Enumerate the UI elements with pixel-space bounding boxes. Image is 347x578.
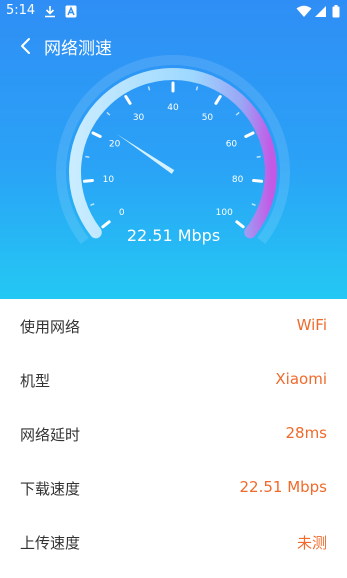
info-row-model: 机型 Xiaomi — [0, 353, 347, 407]
gauge-minor-tick — [195, 86, 199, 91]
gauge-minor-tick — [251, 203, 256, 207]
info-row-network: 使用网络 WiFi — [0, 299, 347, 353]
gauge-tick — [214, 95, 222, 105]
gauge-tick — [82, 178, 94, 183]
gauge-tick-label: 50 — [202, 113, 214, 123]
gauge-minor-tick — [90, 203, 95, 207]
gauge-tick-label: 80 — [232, 175, 244, 185]
info-row-latency: 网络延时 28ms — [0, 407, 347, 461]
info-row-download: 下载速度 22.51 Mbps — [0, 461, 347, 515]
info-value: WiFi — [296, 316, 327, 334]
info-row-upload: 上传速度 未测 — [0, 515, 347, 569]
gauge-minor-tick — [106, 111, 111, 116]
speed-readout: 22.51 Mbps — [126, 226, 221, 245]
info-value: Xiaomi — [275, 370, 327, 388]
info-label: 网络延时 — [20, 426, 81, 444]
gauge-tick — [244, 131, 255, 138]
gauge-tick-label: 0 — [119, 208, 125, 218]
gauge-tick-label: 60 — [226, 140, 238, 150]
gauge-tick-label: 10 — [103, 175, 115, 185]
speed-gauge: 0 10 20 30 40 50 60 80 100 — [56, 55, 290, 245]
gauge-minor-tick — [235, 111, 240, 116]
speedtest-hero: 5:14 网络测速 0 10 20 30 40 50 60 80 100 22.… — [0, 0, 347, 299]
gauge-tick — [124, 95, 132, 105]
gauge-minor-tick — [256, 155, 261, 158]
gauge-minor-tick — [147, 86, 151, 91]
gauge-tick-label: 40 — [167, 103, 179, 113]
info-value: 22.51 Mbps — [239, 478, 327, 496]
info-label: 机型 — [20, 372, 51, 390]
gauge-arc — [69, 68, 277, 239]
info-label: 上传速度 — [20, 534, 81, 552]
gauge-needle — [116, 133, 175, 174]
info-value: 28ms — [285, 424, 327, 442]
info-label: 使用网络 — [20, 318, 81, 336]
gauge-tick-label: 100 — [216, 208, 233, 218]
gauge-tick — [252, 178, 264, 183]
info-value: 未测 — [296, 534, 327, 552]
gauge-minor-tick — [85, 155, 90, 158]
info-label: 下载速度 — [20, 480, 81, 498]
gauge-tick — [91, 131, 102, 138]
gauge-tick-label: 30 — [133, 113, 145, 123]
gauge-tick-label: 20 — [109, 140, 121, 150]
